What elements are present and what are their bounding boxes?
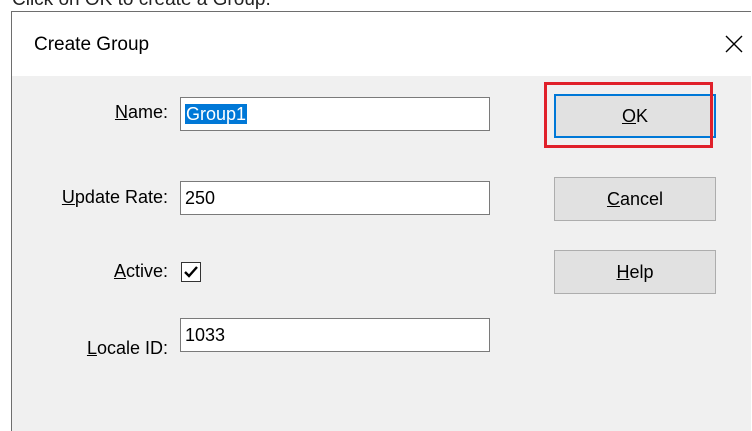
cancel-button[interactable]: Cancel: [554, 177, 716, 221]
active-label: Active:: [113, 261, 168, 281]
name-label: Name:: [114, 102, 168, 122]
active-checkbox[interactable]: [181, 262, 201, 282]
help-button[interactable]: Help: [554, 250, 716, 294]
dialog-title: Create Group: [34, 34, 150, 55]
locale-id-value: 1033: [185, 325, 226, 345]
instruction-caption: Click on OK to create a Group.: [12, 0, 271, 11]
update-rate-field[interactable]: 250: [180, 181, 490, 215]
update-rate-value: 250: [185, 188, 216, 208]
ok-button[interactable]: OK: [554, 94, 716, 138]
checkmark-icon: [184, 266, 198, 278]
dialog-titlebar: Create Group: [12, 12, 751, 76]
locale-id-label: Locale ID:: [86, 338, 168, 358]
close-button[interactable]: [716, 26, 752, 62]
close-icon: [725, 35, 743, 53]
update-rate-label: Update Rate:: [61, 187, 168, 207]
name-field[interactable]: Group1: [180, 97, 490, 131]
locale-id-field[interactable]: 1033: [180, 318, 490, 352]
name-value: Group1: [185, 104, 248, 124]
create-group-dialog: Create Group Name: Group1 Update Rate: 2…: [11, 11, 751, 431]
